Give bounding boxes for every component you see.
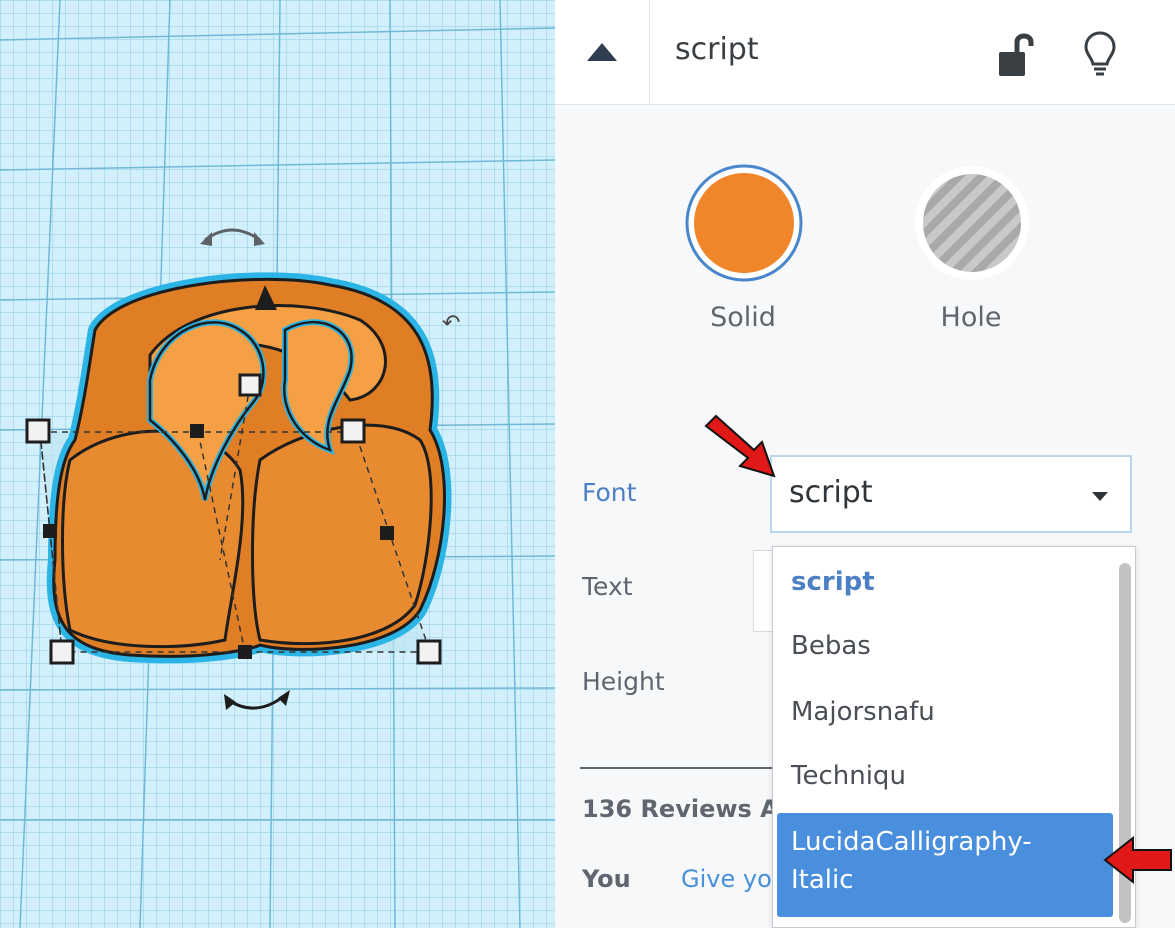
lock-button[interactable] xyxy=(995,30,1035,84)
red-arrow-icon xyxy=(1103,836,1172,885)
you-label: You xyxy=(582,865,631,893)
collapse-button[interactable] xyxy=(555,0,650,104)
section-divider xyxy=(580,767,780,769)
reviews-count: 136 Reviews A xyxy=(582,795,777,823)
font-select[interactable]: script xyxy=(770,455,1132,533)
lightbulb-button[interactable] xyxy=(1083,30,1117,84)
font-option-bebas[interactable]: Bebas xyxy=(777,631,1113,661)
shape-inspector-panel: script Solid Hole Font script Text Heigh… xyxy=(555,0,1175,928)
font-option-line1: LucidaCalligraphy- xyxy=(791,827,1032,857)
unlocked-padlock-icon xyxy=(999,33,1034,76)
font-option-lucidacalligraphy-italic[interactable]: LucidaCalligraphy- Italic xyxy=(777,813,1113,917)
text-label: Text xyxy=(582,572,633,601)
lightbulb-icon xyxy=(1084,31,1116,76)
font-select-value: script xyxy=(789,475,873,510)
font-option-script[interactable]: script xyxy=(777,567,1113,597)
shape-name-title[interactable]: script xyxy=(675,32,759,67)
font-option-techniqu[interactable]: Techniqu xyxy=(777,761,1113,791)
font-option-majorsnafu[interactable]: Majorsnafu xyxy=(777,697,1113,727)
inspector-header: script xyxy=(555,0,1175,105)
solid-circle-icon xyxy=(685,164,803,282)
hole-swatch[interactable] xyxy=(911,162,1033,288)
chevron-down-icon xyxy=(1092,492,1108,501)
triangle-up-icon xyxy=(587,43,617,61)
solid-label: Solid xyxy=(710,302,776,333)
height-label: Height xyxy=(582,667,665,696)
red-arrow-icon xyxy=(704,414,776,478)
hole-label: Hole xyxy=(940,302,1002,333)
font-option-line2: Italic xyxy=(791,865,854,895)
font-dropdown-list: script Bebas Majorsnafu Techniqu LucidaC… xyxy=(772,546,1136,928)
hole-striped-icon xyxy=(915,166,1029,280)
workplane-grid: ↶ xyxy=(0,0,555,928)
font-label: Font xyxy=(582,478,637,507)
give-review-link[interactable]: Give yo xyxy=(681,865,776,893)
workplane-viewport[interactable]: ↶ xyxy=(0,0,555,928)
svg-text:↶: ↶ xyxy=(442,311,460,336)
solid-color-swatch[interactable] xyxy=(683,162,805,288)
script-text-shape xyxy=(46,272,452,664)
